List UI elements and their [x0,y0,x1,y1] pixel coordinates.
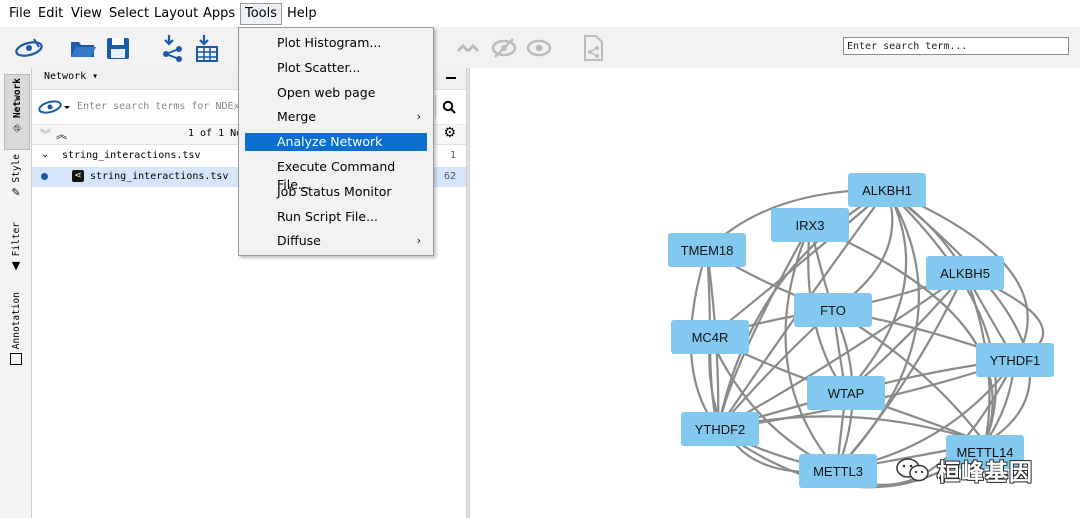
brush-icon: ✎ [11,185,21,199]
menu-item-run-script-file[interactable]: Run Script File... [245,208,427,226]
menu-item-open-web-page[interactable]: Open web page [245,84,427,102]
open-folder-icon[interactable] [68,33,98,63]
menu-item-diffuse[interactable]: Diffuse › [245,232,427,250]
watermark-text: 桓峰基因 [937,460,1033,486]
collection-name: string_interactions.tsv [62,150,201,161]
tab-network[interactable]: Network ⛗ [4,74,30,150]
annotation-icon [10,353,22,366]
menu-item-plot-scatter[interactable]: Plot Scatter... [245,59,427,77]
minimize-icon[interactable] [446,77,456,79]
menubar: File Edit View Select Layout Apps Tools … [0,0,1080,28]
import-table-icon[interactable] [192,33,222,63]
node-alkbh5[interactable]: ALKBH5 [926,256,1004,290]
show-icon[interactable] [489,33,519,63]
node-ythdf2[interactable]: YTHDF2 [681,412,759,446]
network-count-label: 1 of 1 Ne [188,128,243,139]
top-search-input[interactable]: Enter search term... [843,37,1069,55]
node-tmem18[interactable]: TMEM18 [668,233,746,267]
menu-item-label: Open web page [277,85,376,100]
edge [844,188,908,395]
edge [844,271,967,395]
watermark: 桓峰基因 [895,455,1055,486]
tab-style-label: Style [10,154,22,183]
menu-item-label: Job Status Monitor [277,184,392,199]
submenu-arrow-icon: › [416,110,421,123]
menu-view[interactable]: View [67,4,106,24]
search-icon [442,100,456,114]
menu-tools[interactable]: Tools [240,3,283,25]
network-name: string_interactions.tsv [90,171,229,182]
tab-filter-label: Filter [10,222,22,257]
edge [885,188,1031,445]
menu-item-plot-histogram[interactable]: Plot Histogram... [245,34,427,52]
node-wtap[interactable]: WTAP [807,376,885,410]
menu-file[interactable]: File [5,4,35,24]
node-ythdf1[interactable]: YTHDF1 [976,343,1054,377]
menu-item-job-status-monitor[interactable]: Job Status Monitor [245,183,427,201]
menu-item-merge[interactable]: Merge › [245,108,427,126]
submenu-arrow-icon: › [416,234,421,247]
new-network-icon[interactable] [578,33,608,63]
menu-item-label: Plot Scatter... [277,60,361,75]
menu-item-label: Analyze Network [277,134,383,149]
save-icon[interactable] [103,33,133,63]
ndex-logo-icon[interactable] [37,98,71,120]
network-edge-count: 62 [443,171,456,182]
node-irx3[interactable]: IRX3 [771,208,849,242]
cytoscape-logo-icon[interactable] [14,33,44,63]
menu-item-label: Plot Histogram... [277,35,382,50]
menu-item-label: Run Script File... [277,209,379,224]
node-fto[interactable]: FTO [794,293,872,327]
toolbar: Enter search term... [0,27,1080,69]
ndex-search-button[interactable] [435,95,462,119]
side-tabs: Network ⛗ Style ✎ Filter ▼ Annotation [0,68,32,518]
menu-item-analyze-network[interactable]: Analyze Network [245,133,427,151]
menu-apps[interactable]: Apps [199,4,239,24]
menu-layout[interactable]: Layout [150,4,202,24]
expand-all-icon[interactable]: ︽ [56,126,67,142]
network-icon: ⋖ [72,170,84,182]
wechat-icon [896,458,929,482]
network-tab-icon: ⛗ [12,122,22,136]
hide-icon[interactable] [455,33,485,63]
tools-menu: Plot Histogram... Plot Scatter... Open w… [238,27,434,256]
menu-select[interactable]: Select [105,4,153,24]
tab-filter[interactable]: Filter ▼ [4,222,28,278]
funnel-icon: ▼ [11,259,21,273]
node-mettl3[interactable]: METTL3 [799,454,877,488]
node-alkbh1[interactable]: ALKBH1 [848,173,926,207]
panel-title[interactable]: Network ▾ [44,71,98,82]
menu-help[interactable]: Help [283,4,321,24]
tab-annotation-label: Annotation [10,292,22,350]
tab-style[interactable]: Style ✎ [4,154,28,216]
collapse-all-icon[interactable]: ︾ [40,126,51,142]
network-canvas[interactable]: ALKBH1 IRX3 TMEM18 ALKBH5 FTO MC4R YTHDF… [470,68,1080,518]
menu-item-label: Diffuse [277,233,321,248]
menu-item-label: Merge [277,109,317,124]
chevron-down-icon[interactable]: ⌄ [41,149,49,160]
menu-edit[interactable]: Edit [34,4,67,24]
node-mc4r[interactable]: MC4R [671,320,749,354]
collection-count: 1 [449,150,456,161]
import-network-icon[interactable] [157,33,187,63]
menu-item-execute-command-file[interactable]: Execute Command File... [245,158,427,192]
tab-network-label: Network [11,78,23,119]
current-network-dot-icon [41,173,48,180]
gear-icon[interactable]: ⚙ [443,125,456,141]
tab-annotation[interactable]: Annotation [4,292,28,376]
eye-icon[interactable] [524,33,554,63]
